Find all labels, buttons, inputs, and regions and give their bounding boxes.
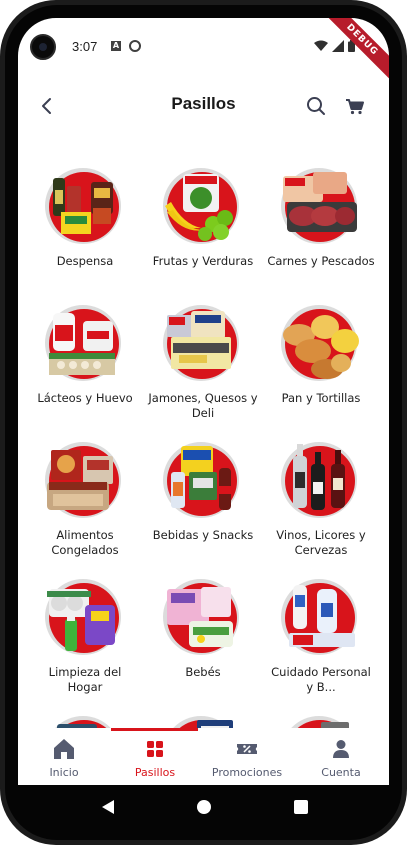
dairy-eggs-icon: [49, 313, 115, 375]
category-pan-tortillas[interactable]: Pan y Tortillas: [262, 305, 380, 406]
fruits-vegetables-icon: [165, 174, 233, 241]
baby-products-icon: [167, 587, 233, 647]
bread-tortillas-icon: [283, 315, 359, 379]
system-home-icon[interactable]: [197, 800, 211, 814]
category-image: [45, 305, 125, 385]
ham-cheese-deli-icon: [167, 311, 231, 369]
wifi-icon: [314, 40, 328, 51]
category-label: Bebidas y Snacks: [152, 528, 254, 542]
category-image: [45, 168, 125, 248]
category-label: Jamones, Quesos y Deli: [148, 391, 258, 420]
product-icon: [57, 724, 97, 728]
product-icon: [197, 720, 233, 728]
category-item[interactable]: [262, 716, 380, 728]
category-item[interactable]: [144, 716, 262, 728]
notification-a-icon: A: [111, 41, 121, 51]
category-cuidado-personal[interactable]: Cuidado Personal y B...: [262, 579, 380, 695]
category-image: [281, 442, 361, 522]
category-grid: Despensa Frutas y Verduras Carnes y Pesc…: [18, 134, 389, 728]
category-label: Bebés: [185, 665, 221, 679]
pantry-products-icon: [53, 178, 113, 234]
page-title: Pasillos: [171, 94, 236, 113]
category-image: [281, 716, 361, 728]
drinks-snacks-icon: [171, 446, 231, 510]
nav-label: Pasillos: [134, 766, 176, 779]
nav-tab-inicio[interactable]: Inicio: [18, 736, 110, 779]
nav-label: Promociones: [211, 766, 283, 779]
category-bebes[interactable]: Bebés: [144, 579, 262, 680]
front-camera: [30, 34, 56, 60]
notification-circle-icon: [129, 40, 141, 52]
category-image: [163, 305, 243, 385]
active-tab-indicator: [111, 728, 198, 731]
category-frutas-verduras[interactable]: Frutas y Verduras: [144, 168, 262, 269]
meat-fish-icon: [283, 172, 357, 232]
status-icons: [314, 40, 355, 52]
wine-liquor-beer-icon: [293, 444, 345, 510]
category-label: Pan y Tortillas: [281, 391, 361, 405]
category-label: Despensa: [56, 254, 114, 268]
category-image: [163, 579, 243, 659]
cart-icon: [346, 99, 364, 115]
app-bar: Pasillos: [18, 78, 389, 134]
category-label: Vinos, Licores y Cervezas: [276, 528, 366, 557]
category-image: [45, 579, 125, 659]
category-item[interactable]: [26, 716, 144, 728]
category-jamones-quesos-deli[interactable]: Jamones, Quesos y Deli: [144, 305, 262, 421]
category-label: Cuidado Personal y B...: [271, 665, 371, 694]
category-image: [163, 716, 243, 728]
system-recents-icon[interactable]: [294, 800, 308, 814]
home-cleaning-icon: [47, 589, 115, 651]
grid-icon: [147, 741, 163, 757]
ticket-icon: [237, 744, 257, 754]
home-icon: [54, 739, 74, 759]
category-image: [281, 579, 361, 659]
signal-icon: [332, 40, 344, 52]
category-despensa[interactable]: Despensa: [26, 168, 144, 269]
category-image: [163, 442, 243, 522]
status-bar: 3:07 A DEBUG: [18, 18, 389, 85]
nav-label: Cuenta: [321, 766, 361, 779]
category-carnes-pescados[interactable]: Carnes y Pescados: [262, 168, 380, 269]
category-label: Carnes y Pescados: [267, 254, 375, 268]
bottom-navigation: Inicio Pasillos Promociones Cuenta: [18, 728, 389, 785]
product-icon: [321, 722, 349, 728]
category-label: Alimentos Congelados: [51, 528, 119, 557]
category-lacteos-huevo[interactable]: Lácteos y Huevo: [26, 305, 144, 406]
category-image: [281, 168, 361, 248]
category-limpieza-hogar[interactable]: Limpieza del Hogar: [26, 579, 144, 695]
category-vinos-licores-cervezas[interactable]: Vinos, Licores y Cervezas: [262, 442, 380, 558]
app-screen: 3:07 A DEBUG Pasillos Despensa Frutas y …: [18, 18, 389, 785]
search-icon: [307, 97, 325, 115]
nav-tab-cuenta[interactable]: Cuenta: [295, 736, 387, 779]
frozen-food-icon: [47, 450, 113, 510]
personal-care-icon: [289, 585, 355, 647]
search-button[interactable]: [302, 92, 330, 120]
category-image: [281, 305, 361, 385]
category-alimentos-congelados[interactable]: Alimentos Congelados: [26, 442, 144, 558]
status-time: 3:07: [72, 39, 98, 54]
nav-label: Inicio: [49, 766, 79, 779]
system-navigation-bar: [0, 785, 407, 830]
category-label: Lácteos y Huevo: [37, 391, 133, 405]
category-label: Frutas y Verduras: [152, 254, 254, 268]
nav-tab-pasillos[interactable]: Pasillos: [109, 736, 201, 779]
category-bebidas-snacks[interactable]: Bebidas y Snacks: [144, 442, 262, 543]
category-image: [45, 442, 125, 522]
category-image: [45, 716, 125, 728]
system-back-icon[interactable]: [100, 799, 116, 815]
category-label: Limpieza del Hogar: [48, 665, 122, 694]
nav-tab-promociones[interactable]: Promociones: [201, 736, 293, 779]
phone-frame: 3:07 A DEBUG Pasillos Despensa Frutas y …: [0, 0, 407, 845]
user-icon: [333, 740, 349, 758]
cart-button[interactable]: [342, 92, 368, 120]
category-image: [163, 168, 243, 248]
